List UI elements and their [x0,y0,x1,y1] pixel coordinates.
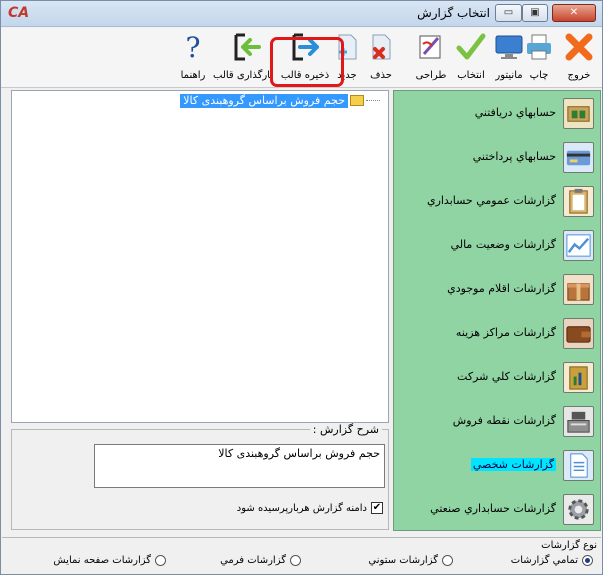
clipboard-icon [563,186,594,217]
select-button[interactable]: انتخاب [451,30,491,84]
help-icon: ? [185,31,201,64]
menu-item-label: گزارشات نقطه فروش [452,414,556,427]
ask-range-checkbox[interactable]: ✔ [371,502,383,514]
design-label: طراحی [415,70,447,81]
company-report-icon [563,362,594,393]
description-title: شرح گزارش : [309,423,382,436]
screen-reports-option[interactable]: گزارشات صفحه نمايش [53,555,166,566]
all-reports-radio[interactable] [582,555,593,566]
column-reports-option[interactable]: گزارشات ستوني [368,555,453,566]
tree-connector [366,100,380,101]
report-type-group: نوع گزارشات تمامي گزارشات گزارشات ستوني … [2,537,601,573]
box-icon [563,274,594,305]
folder-icon [350,95,364,106]
menu-item-general-accounting[interactable]: گزارشات عمومي حسابداري [394,179,600,223]
save-template-highlight [270,37,344,87]
report-category-menu: حسابهاي دريافتني حسابهاي پرداختني گزارشا… [393,90,601,531]
menu-item-point-of-sale[interactable]: گزارشات نقطه فروش [394,399,600,443]
menu-item-cost-centers[interactable]: گزارشات مراكز هزينه [394,311,600,355]
document-icon [563,450,594,481]
gear-icon [563,494,594,525]
menu-item-company-reports[interactable]: گزارشات كلي شركت [394,355,600,399]
load-template-label: بارگذاری قالب [213,70,273,81]
checkmark-icon [456,33,486,60]
menu-item-label: گزارشات عمومي حسابداري [426,194,556,207]
receivables-icon [563,98,594,129]
column-reports-label: گزارشات ستوني [368,555,438,566]
column-reports-radio[interactable] [442,555,453,566]
delete-icon [372,34,391,60]
design-icon [419,35,441,59]
report-tree[interactable]: حجم فروش براساس گروهبندی کالا [11,90,389,423]
help-label: راهنما [180,70,206,81]
monitor-icon [495,35,523,59]
exit-button[interactable]: خروج [559,30,599,84]
all-reports-option[interactable]: تمامي گزارشات [511,555,593,566]
menu-item-financial-status[interactable]: گزارشات وضعيت مالي [394,223,600,267]
form-reports-option[interactable]: گزارشات فرمي [220,555,301,566]
menu-item-payables[interactable]: حسابهاي پرداختني [394,135,600,179]
wallet-icon [563,318,594,349]
payables-icon [563,142,594,173]
design-button[interactable]: طراحی [411,30,451,84]
ask-range-label: دامنه گزارش هربارپرسیده شود [236,502,367,514]
menu-item-label: حسابهاي پرداختني [472,150,556,163]
menu-item-label: گزارشات وضعيت مالي [450,238,556,251]
menu-item-label: گزارشات حسابداري صنعتي [430,502,556,515]
report-type-title: نوع گزارشات [541,540,597,551]
menu-item-label: گزارشات كلي شركت [457,370,556,383]
load-template-icon [234,33,261,61]
window-title: انتخاب گزارش [417,6,490,20]
cash-register-icon [563,406,594,437]
report-description-group: شرح گزارش : حجم فروش براساس گروهبندی کال… [11,423,389,530]
menu-item-receivables[interactable]: حسابهاي دريافتني [394,91,600,135]
form-reports-radio[interactable] [290,555,301,566]
load-template-button[interactable]: بارگذاری قالب [213,30,273,84]
chart-icon [563,230,594,261]
tree-item-label: حجم فروش براساس گروهبندی کالا [180,93,348,108]
description-textbox[interactable]: حجم فروش براساس گروهبندی کالا [94,444,385,488]
menu-item-label: گزارشات اقلام موجودي [447,282,556,295]
form-reports-label: گزارشات فرمي [220,555,286,566]
minimize-button[interactable]: ▭ [495,4,522,22]
all-reports-label: تمامي گزارشات [510,555,578,566]
menu-item-label: حسابهاي دريافتني [474,106,556,119]
report-selection-window: CA انتخاب گزارش ▭ ▣ ✕ خروج چاپ مانیتور ا… [0,0,603,575]
menu-item-industrial-accounting[interactable]: گزارشات حسابداري صنعتي [394,487,600,531]
menu-item-label: گزارشات مراكز هزينه [455,326,556,339]
toolbar: خروج چاپ مانیتور انتخاب طراحی حذف جدید ذ… [1,28,602,88]
exit-icon [565,33,593,61]
maximize-button[interactable]: ▣ [522,4,548,22]
screen-reports-label: گزارشات صفحه نمايش [53,555,151,566]
menu-item-personal-reports[interactable]: گزارشات شخصي [394,443,600,487]
menu-item-inventory[interactable]: گزارشات اقلام موجودي [394,267,600,311]
menu-item-label: گزارشات شخصي [470,458,556,471]
ask-range-option[interactable]: ✔ دامنه گزارش هربارپرسیده شود [237,502,383,514]
app-logo-icon: CA [8,5,30,21]
tree-item[interactable]: حجم فروش براساس گروهبندی کالا [180,93,380,108]
close-button[interactable]: ✕ [552,4,596,22]
help-button[interactable]: ? راهنما [173,30,213,84]
screen-reports-radio[interactable] [155,555,166,566]
title-bar[interactable]: CA انتخاب گزارش ▭ ▣ ✕ [1,1,602,27]
